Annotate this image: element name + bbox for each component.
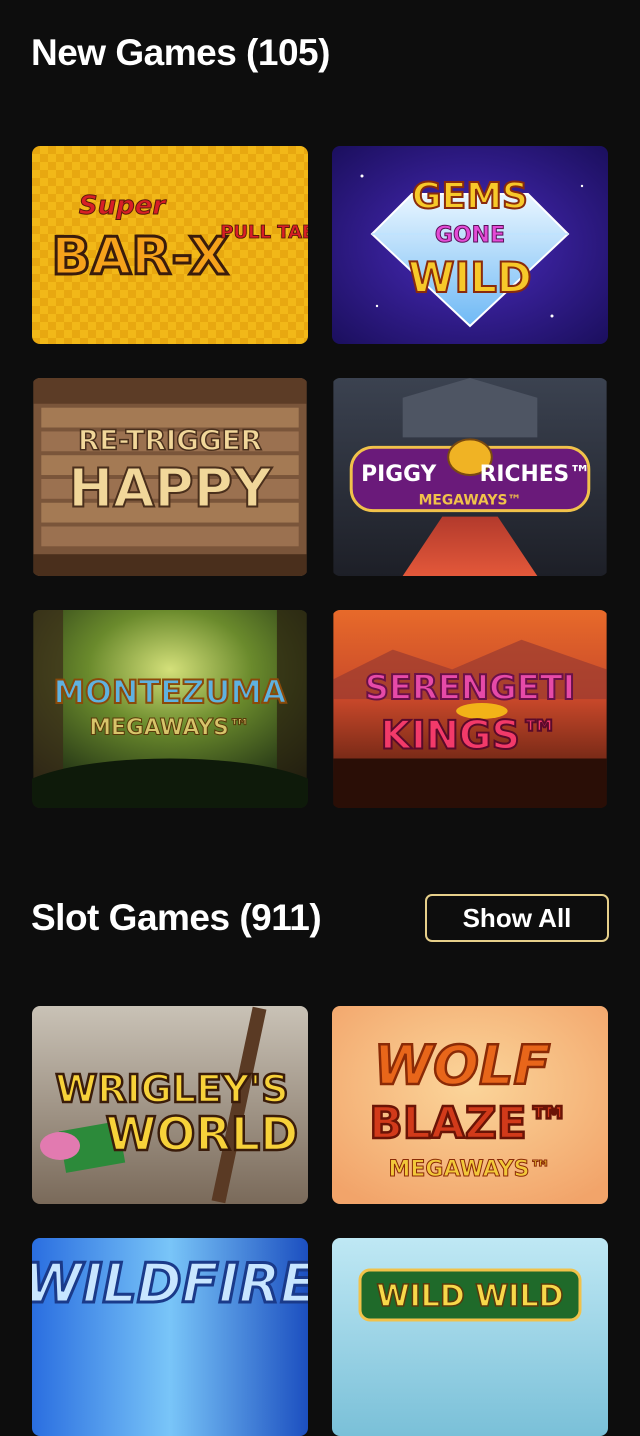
game-title-top: RE-TRIGGER (78, 423, 262, 456)
game-art-wildfire: WILDFIRE (32, 1238, 308, 1436)
game-title-main: WORLD (106, 1107, 299, 1161)
game-art-super-bar-x: Super BAR-X PULL TAB (32, 146, 308, 344)
show-all-button[interactable]: Show All (425, 894, 609, 942)
game-title-main: BAR-X (51, 227, 228, 287)
game-tile-wild-wild[interactable]: WILD WILD (332, 1238, 608, 1436)
game-art-piggy-riches: PIGGY RICHES™ MEGAWAYS™ (333, 378, 607, 576)
game-tile-wrigleys-world[interactable]: WRIGLEY'S WORLD (32, 1006, 308, 1204)
game-title-main: GONE (435, 223, 505, 248)
game-tile-re-trigger-happy[interactable]: RE-TRIGGER HAPPY (32, 378, 308, 576)
game-title-sub: MEGAWAYS™ (419, 493, 522, 509)
game-title-top: MONTEZUMA (54, 675, 287, 711)
game-title-main: RICHES™ (480, 462, 591, 487)
game-art-serengeti-kings: SERENGETI KINGS™ (333, 610, 607, 808)
game-art-wild-wild: WILD WILD (332, 1238, 608, 1436)
game-art-wolf-blaze: WOLF BLAZE™ MEGAWAYS™ (332, 1006, 608, 1204)
game-tile-super-bar-x[interactable]: Super BAR-X PULL TAB (32, 146, 308, 344)
game-art-gems-gone-wild: GEMS GONE WILD (332, 146, 608, 344)
game-title-top: WILD WILD (377, 1279, 564, 1314)
game-title-sub: MEGAWAYS™ (389, 1157, 552, 1182)
game-title-sub: PULL TAB (220, 222, 308, 243)
game-tile-wolf-blaze[interactable]: WOLF BLAZE™ MEGAWAYS™ (332, 1006, 608, 1204)
slot-games-header: Slot Games (911) Show All (31, 890, 609, 946)
game-title-top: WRIGLEY'S (55, 1067, 288, 1111)
game-tile-wildfire[interactable]: WILDFIRE (32, 1238, 308, 1436)
game-title-top: GEMS (412, 176, 528, 217)
game-title-sub: MEGAWAYS™ (89, 716, 250, 741)
new-games-header: New Games (105) (31, 28, 609, 78)
game-tile-serengeti-kings[interactable]: SERENGETI KINGS™ (332, 610, 608, 808)
game-title-main: BLAZE™ (369, 1098, 571, 1149)
new-games-title: New Games (105) (31, 32, 330, 73)
game-art-montezuma: MONTEZUMA MEGAWAYS™ (32, 610, 308, 808)
game-title-top: Super (79, 191, 167, 221)
game-title-top: WOLF (374, 1034, 551, 1097)
game-title-main: HAPPY (68, 457, 272, 520)
game-title-top: SERENGETI (365, 668, 575, 707)
slot-games-title: Slot Games (911) (31, 897, 322, 938)
game-tile-piggy-riches[interactable]: PIGGY RICHES™ MEGAWAYS™ (332, 378, 608, 576)
game-title-top: PIGGY (361, 462, 436, 487)
game-tile-montezuma[interactable]: MONTEZUMA MEGAWAYS™ (32, 610, 308, 808)
game-tile-gems-gone-wild[interactable]: GEMS GONE WILD (332, 146, 608, 344)
game-title-main: KINGS™ (380, 713, 559, 759)
game-art-wrigleys-world: WRIGLEY'S WORLD (32, 1006, 308, 1204)
game-art-re-trigger-happy: RE-TRIGGER HAPPY (33, 378, 307, 576)
game-title-sub: WILD (408, 253, 532, 302)
game-title-top: WILDFIRE (32, 1252, 308, 1315)
